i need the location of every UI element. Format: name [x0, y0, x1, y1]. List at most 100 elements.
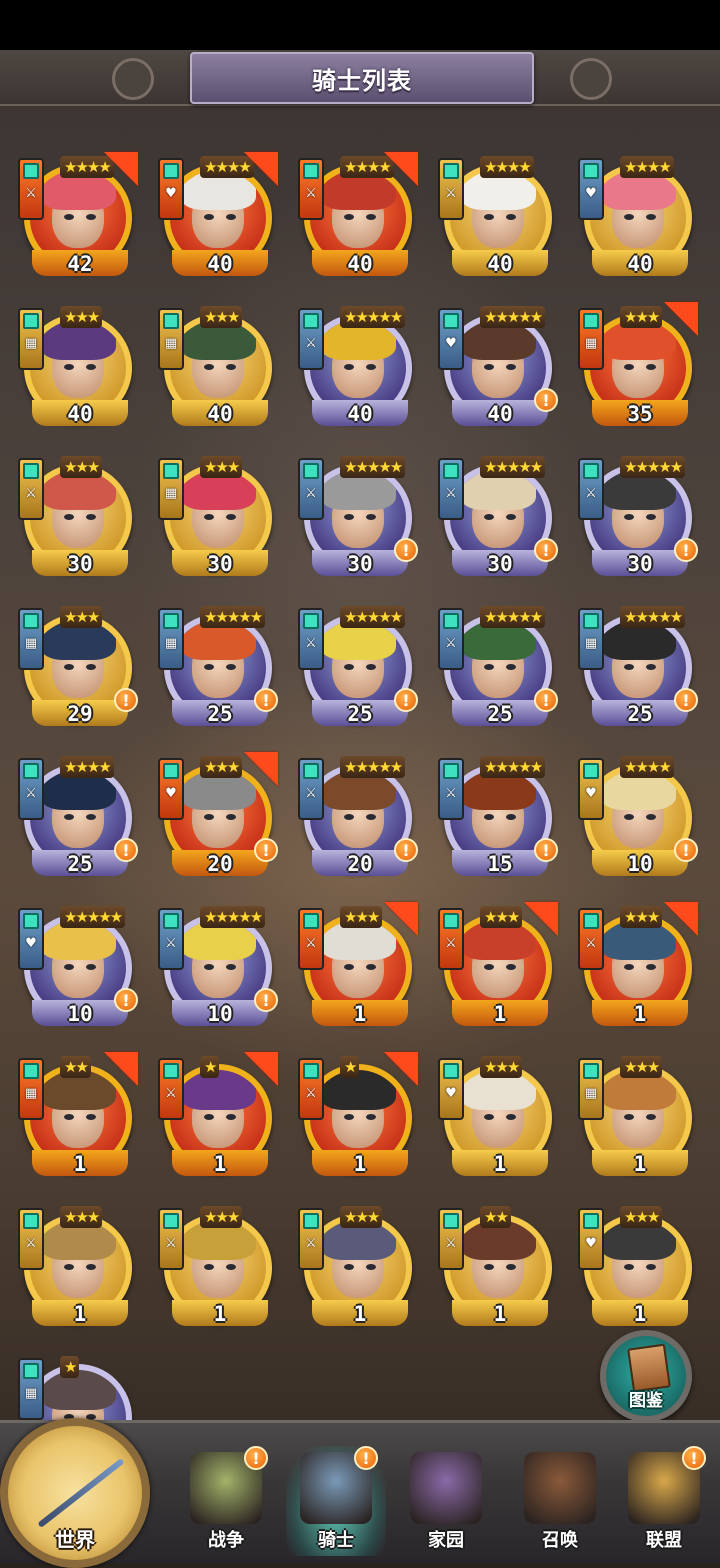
knight-card[interactable]: ★ ⚔ 1 [158, 1052, 282, 1176]
knight-eye [366, 1114, 376, 1120]
star-rating: ★★★ [480, 1056, 523, 1078]
formation-shape-icon [443, 163, 459, 179]
knight-card[interactable]: ★★★★ ♥ 40 [158, 152, 282, 276]
knight-eye [484, 814, 494, 820]
nav-item[interactable]: 联盟! [614, 1446, 714, 1556]
knight-card[interactable]: ★★★★ ⚔ 40 [438, 152, 562, 276]
star-rating: ★★★★★ [60, 906, 126, 928]
knight-card[interactable]: ★ ⚔ 1 [298, 1052, 422, 1176]
knight-card[interactable]: ★★★ ⚔ 1 [298, 1202, 422, 1326]
knight-card[interactable]: ★★★★ ⚔ 42 [18, 152, 142, 276]
star-rating: ★★★ [340, 906, 383, 928]
knight-eye [344, 1114, 354, 1120]
knight-card[interactable]: ★★★★★ ⚔ 25! [298, 602, 422, 726]
knight-card[interactable]: ★★★ ▦ 29! [18, 602, 142, 726]
knight-eye [646, 814, 656, 820]
knight-card[interactable]: ★★★ ♥ 20! [158, 752, 282, 876]
knight-eye [64, 1114, 74, 1120]
star-rating: ★ [200, 1056, 220, 1078]
knight-card[interactable]: ★★★★★ ▦ 25! [158, 602, 282, 726]
knight-card[interactable]: ★★★ ⚔ 1 [158, 1202, 282, 1326]
knight-card[interactable]: ★★★★★ ⚔ 30! [298, 452, 422, 576]
star-rating: ★★★★★ [480, 756, 546, 778]
nav-label: 召唤 [542, 1530, 578, 1551]
knight-card[interactable]: ★★★ ♥ 1 [578, 1202, 702, 1326]
codex-label: 图鉴 [629, 1391, 663, 1411]
class-badge: ♥ [578, 758, 604, 820]
knight-card[interactable]: ★★ ▦ 1 [18, 1052, 142, 1176]
knight-card[interactable]: ★★★★★ ♥ 10! [18, 902, 142, 1026]
knight-card[interactable]: ★★ ⚔ 1 [438, 1202, 562, 1326]
knight-card[interactable]: ★★★★★ ⚔ 30! [578, 452, 702, 576]
knight-card[interactable]: ★★★ ▦ 40 [18, 302, 142, 426]
knight-eye [204, 814, 214, 820]
class-badge: ⚔ [438, 908, 464, 970]
class-badge: ▦ [158, 458, 184, 520]
knight-card[interactable]: ★★★ ▦ 35 [578, 302, 702, 426]
knight-card[interactable]: ★★★★ ⚔ 40 [298, 152, 422, 276]
formation-shape-icon [23, 1363, 39, 1379]
knight-eye [204, 214, 214, 220]
knight-level: 1 [493, 1302, 507, 1326]
knight-card[interactable]: ★★★★★ ♥ 40! [438, 302, 562, 426]
formation-shape-icon [163, 463, 179, 479]
knight-card[interactable]: ★★★ ⚔ 1 [298, 902, 422, 1026]
codex-button[interactable]: 图鉴 [600, 1330, 692, 1422]
star-rating: ★ [60, 1356, 80, 1378]
knight-card[interactable]: ★★★ ▦ 30 [158, 452, 282, 576]
knight-card[interactable]: ★★★★ ♥ 40 [578, 152, 702, 276]
knight-eye [344, 1264, 354, 1270]
knight-card[interactable]: ★★★★★ ⚔ 15! [438, 752, 562, 876]
knight-card[interactable]: ★★★ ♥ 1 [438, 1052, 562, 1176]
nav-item[interactable]: 战争! [176, 1446, 276, 1556]
alert-badge: ! [534, 538, 558, 562]
star-rating: ★★★★★ [620, 456, 686, 478]
knight-card[interactable]: ★★★ ⚔ 30 [18, 452, 142, 576]
star-rating: ★★★★★ [200, 906, 266, 928]
upgrade-arrow-icon [244, 752, 278, 786]
alert-badge: ! [394, 538, 418, 562]
knight-level: 1 [353, 1302, 367, 1326]
role-icon: ♥ [25, 936, 37, 951]
knight-eye [484, 964, 494, 970]
knight-card[interactable]: ★★★ ▦ 1 [578, 1052, 702, 1176]
class-badge: ⚔ [438, 458, 464, 520]
knight-card[interactable]: ★★★ ⚔ 1 [18, 1202, 142, 1326]
formation-shape-icon [443, 613, 459, 629]
castle-icon [410, 1452, 482, 1524]
knight-card[interactable]: ★★★ ⚔ 1 [438, 902, 562, 1026]
role-icon: ⚔ [445, 936, 457, 951]
role-icon: ⚔ [445, 786, 457, 801]
alert-badge: ! [254, 688, 278, 712]
knight-card[interactable]: ★★★★★ ▦ 25! [578, 602, 702, 726]
nav-item[interactable]: 召唤 [510, 1446, 610, 1556]
class-badge: ⚔ [438, 608, 464, 670]
formation-shape-icon [443, 763, 459, 779]
formation-shape-icon [303, 163, 319, 179]
knight-card[interactable]: ★★★★★ ⚔ 10! [158, 902, 282, 1026]
knight-eye [226, 1114, 236, 1120]
alert-badge: ! [394, 838, 418, 862]
knight-eye [204, 964, 214, 970]
knight-card[interactable]: ★★★★★ ⚔ 25! [438, 602, 562, 726]
knight-card[interactable]: ★★★★★ ⚔ 30! [438, 452, 562, 576]
knight-card[interactable]: ★★★★★ ⚔ 40 [298, 302, 422, 426]
nav-item[interactable]: 骑士! [286, 1446, 386, 1556]
star-rating: ★★★ [620, 906, 663, 928]
knight-eye [86, 664, 96, 670]
formation-shape-icon [583, 163, 599, 179]
knight-card[interactable]: ★★★ ⚔ 1 [578, 902, 702, 1026]
knight-card[interactable]: ★★★★ ⚔ 25! [18, 752, 142, 876]
knight-eye [646, 514, 656, 520]
knight-level: 1 [633, 1002, 647, 1026]
formation-shape-icon [303, 613, 319, 629]
class-badge: ♥ [158, 758, 184, 820]
knight-card[interactable]: ★★★★★ ⚔ 20! [298, 752, 422, 876]
class-badge: ⚔ [158, 908, 184, 970]
class-badge: ⚔ [298, 158, 324, 220]
nav-item[interactable]: 家园 [396, 1446, 496, 1556]
knight-card[interactable]: ★★★ ▦ 40 [158, 302, 282, 426]
formation-shape-icon [583, 463, 599, 479]
knight-card[interactable]: ★★★★ ♥ 10! [578, 752, 702, 876]
role-icon: ♥ [585, 1236, 597, 1251]
